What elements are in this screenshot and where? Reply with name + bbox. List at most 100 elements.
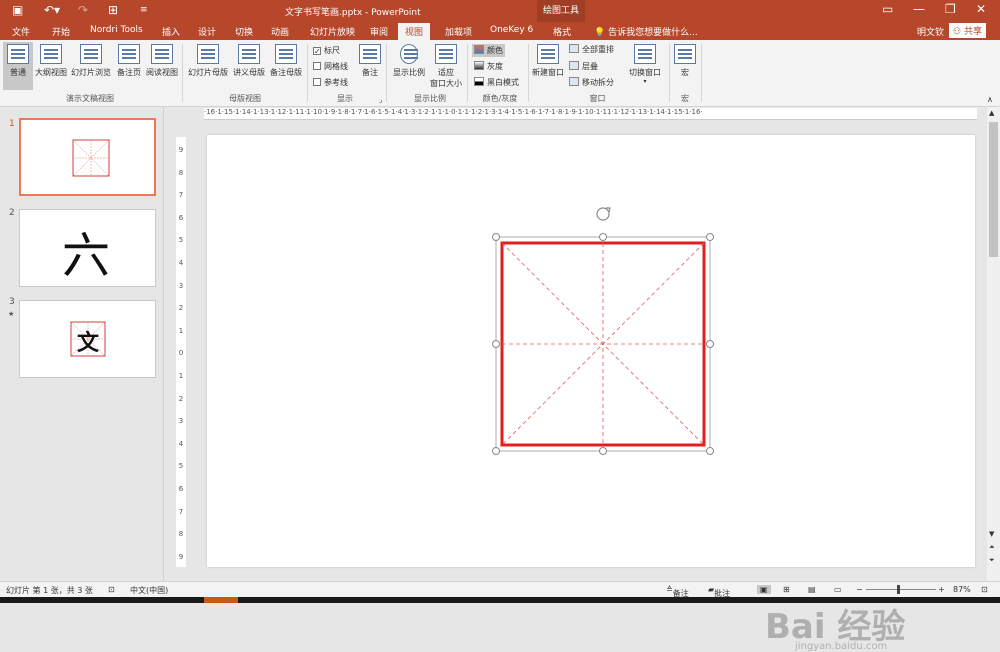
rotate-handle-icon bbox=[596, 207, 611, 221]
notes-toggle[interactable]: ≙ 备注 bbox=[666, 585, 689, 598]
ruler-tick-label: 0 bbox=[178, 349, 184, 358]
minimize-icon[interactable]: — bbox=[913, 2, 925, 16]
close-icon[interactable]: ✕ bbox=[976, 2, 986, 16]
zoom-slider-thumb[interactable] bbox=[897, 585, 900, 594]
tab-file[interactable]: 文件 bbox=[12, 25, 30, 38]
zoom-percentage[interactable]: 87% bbox=[953, 585, 971, 594]
slide-sorter-button[interactable]: 幻灯片浏览 bbox=[69, 42, 113, 78]
tab-addins[interactable]: 加载项 bbox=[445, 25, 472, 38]
move-split-button[interactable]: 移动拆分 bbox=[569, 77, 614, 88]
cascade-button[interactable]: 层叠 bbox=[569, 61, 598, 72]
slideshow-icon[interactable]: ▭ bbox=[834, 585, 842, 594]
slide-thumbnail-2[interactable]: 六 bbox=[19, 209, 156, 287]
notes-master-button[interactable]: 备注母版 bbox=[268, 42, 304, 78]
undo-icon[interactable]: ↶▾ bbox=[44, 3, 60, 17]
slide-master-button[interactable]: 幻灯片母版 bbox=[186, 42, 230, 78]
divider bbox=[386, 44, 387, 102]
normal-view-icon[interactable]: ▣ bbox=[757, 585, 771, 594]
label: 全部重排 bbox=[582, 45, 614, 54]
thumbnail-character: 文 bbox=[77, 330, 100, 356]
ruler-checkbox[interactable]: ✓ 标尺 bbox=[313, 45, 340, 56]
zoom-button[interactable]: 显示比例 bbox=[391, 42, 427, 78]
outline-view-button[interactable]: 大纲视图 bbox=[34, 42, 68, 78]
start-from-beginning-icon[interactable]: ⊞ bbox=[108, 3, 118, 17]
notes-page-button[interactable]: 备注页 bbox=[114, 42, 144, 78]
scroll-down-icon[interactable]: ▼ bbox=[989, 530, 994, 538]
fit-slide-icon[interactable]: ⊡ bbox=[981, 585, 988, 594]
handout-master-button[interactable]: 讲义母版 bbox=[231, 42, 267, 78]
vertical-scrollbar[interactable]: ▲ ▼ ⏶ ⏷ bbox=[987, 107, 1000, 581]
macros-button[interactable]: 宏 bbox=[672, 42, 698, 78]
group-label-window: 窗口 bbox=[589, 94, 606, 103]
gridlines-checkbox[interactable]: 网格线 bbox=[313, 61, 348, 72]
black-white-button[interactable]: 黑白模式 bbox=[474, 77, 519, 88]
collapse-ribbon-icon[interactable]: ∧ bbox=[987, 95, 993, 104]
previous-slide-icon[interactable]: ⏶ bbox=[989, 543, 995, 552]
scroll-thumb[interactable] bbox=[989, 122, 998, 257]
color-button[interactable]: 颜色 bbox=[472, 44, 505, 57]
comments-toggle[interactable]: ▰ 批注 bbox=[708, 585, 730, 598]
language-indicator[interactable]: 中文(中国) bbox=[130, 585, 168, 596]
label: 黑白模式 bbox=[487, 78, 519, 87]
tab-review[interactable]: 审阅 bbox=[370, 25, 388, 38]
tab-home[interactable]: 开始 bbox=[52, 25, 70, 38]
arrange-all-button[interactable]: 全部重排 bbox=[569, 44, 614, 55]
tab-view[interactable]: 视图 bbox=[398, 23, 431, 40]
ruler-tick-label: 1 bbox=[178, 371, 184, 380]
switch-window-button[interactable]: 切换窗口 ▾ bbox=[626, 42, 664, 85]
fit-to-window-button[interactable]: 适应 窗口大小 bbox=[428, 42, 464, 89]
fit-window-icon bbox=[435, 44, 457, 64]
scroll-up-icon[interactable]: ▲ bbox=[989, 109, 994, 117]
slide-thumbnail-pane: 1 2 六 3 ★ 文 bbox=[0, 107, 164, 581]
zoom-out-icon[interactable]: − bbox=[856, 585, 863, 594]
tab-insert[interactable]: 插入 bbox=[162, 25, 180, 38]
ruler-tick-label: 6 bbox=[178, 484, 184, 493]
tab-slideshow[interactable]: 幻灯片放映 bbox=[310, 25, 355, 38]
next-slide-icon[interactable]: ⏷ bbox=[989, 556, 995, 565]
dropdown-arrow-icon: ▾ bbox=[643, 78, 647, 85]
zoom-in-icon[interactable]: + bbox=[938, 585, 945, 594]
group-label-zoom: 显示比例 bbox=[414, 94, 446, 103]
normal-view-button[interactable]: 普通 bbox=[3, 42, 33, 90]
reading-view-icon[interactable]: ▤ bbox=[808, 585, 816, 594]
color-swatch-icon bbox=[474, 45, 484, 54]
slide-thumbnail-1[interactable] bbox=[19, 118, 156, 196]
guides-checkbox[interactable]: 参考线 bbox=[313, 77, 348, 88]
tab-onekey[interactable]: OneKey 6 bbox=[490, 25, 533, 35]
slide-sorter-icon[interactable]: ⊞ bbox=[783, 585, 790, 594]
ruler-tick-label: 9 bbox=[178, 552, 184, 561]
share-button[interactable]: ⚇ 共享 bbox=[949, 23, 986, 38]
tab-animations[interactable]: 动画 bbox=[271, 25, 289, 38]
taskbar-powerpoint[interactable] bbox=[204, 597, 238, 603]
tab-nordri-tools[interactable]: Nordri Tools bbox=[90, 25, 143, 35]
ribbon-display-icon[interactable]: ▭ bbox=[882, 2, 893, 16]
reading-view-icon bbox=[151, 44, 173, 64]
spelling-icon[interactable]: ⊡ bbox=[108, 585, 115, 594]
reading-view-button[interactable]: 阅读视图 bbox=[145, 42, 179, 78]
notes-button[interactable]: 备注 bbox=[357, 42, 383, 78]
restore-icon[interactable]: ❐ bbox=[945, 2, 956, 16]
label: 标尺 bbox=[324, 46, 340, 55]
user-name[interactable]: 明文钦 bbox=[917, 25, 944, 38]
ruler-tick-label: 2 bbox=[178, 304, 184, 313]
checkbox-icon bbox=[313, 78, 321, 86]
customize-qat-icon[interactable]: ≡ bbox=[140, 5, 148, 15]
tab-design[interactable]: 设计 bbox=[198, 25, 216, 38]
switch-window-icon bbox=[634, 44, 656, 64]
tell-me-search[interactable]: 💡 告诉我您想要做什么... bbox=[594, 25, 698, 38]
slide-thumbnail-3[interactable]: 文 bbox=[19, 300, 156, 378]
ribbon-view: 普通 大纲视图 幻灯片浏览 备注页 阅读视图 演示文稿视图 幻灯片母版 讲义母版… bbox=[0, 40, 1000, 107]
dialog-launcher-icon[interactable]: ⌟ bbox=[379, 96, 382, 104]
label: 移动拆分 bbox=[582, 78, 614, 87]
bw-swatch-icon bbox=[474, 77, 484, 86]
tab-format[interactable]: 格式 bbox=[553, 25, 571, 38]
redo-icon[interactable]: ↷ bbox=[78, 3, 88, 17]
tian-zi-ge-grid[interactable] bbox=[207, 135, 975, 567]
zoom-slider-track[interactable] bbox=[866, 589, 936, 590]
tab-transitions[interactable]: 切换 bbox=[235, 25, 253, 38]
new-window-button[interactable]: 新建窗口 bbox=[531, 42, 565, 78]
grayscale-button[interactable]: 灰度 bbox=[474, 61, 503, 72]
label: 阅读视图 bbox=[146, 68, 178, 77]
save-icon[interactable]: ▣ bbox=[12, 3, 23, 17]
slide-canvas[interactable] bbox=[207, 135, 975, 567]
